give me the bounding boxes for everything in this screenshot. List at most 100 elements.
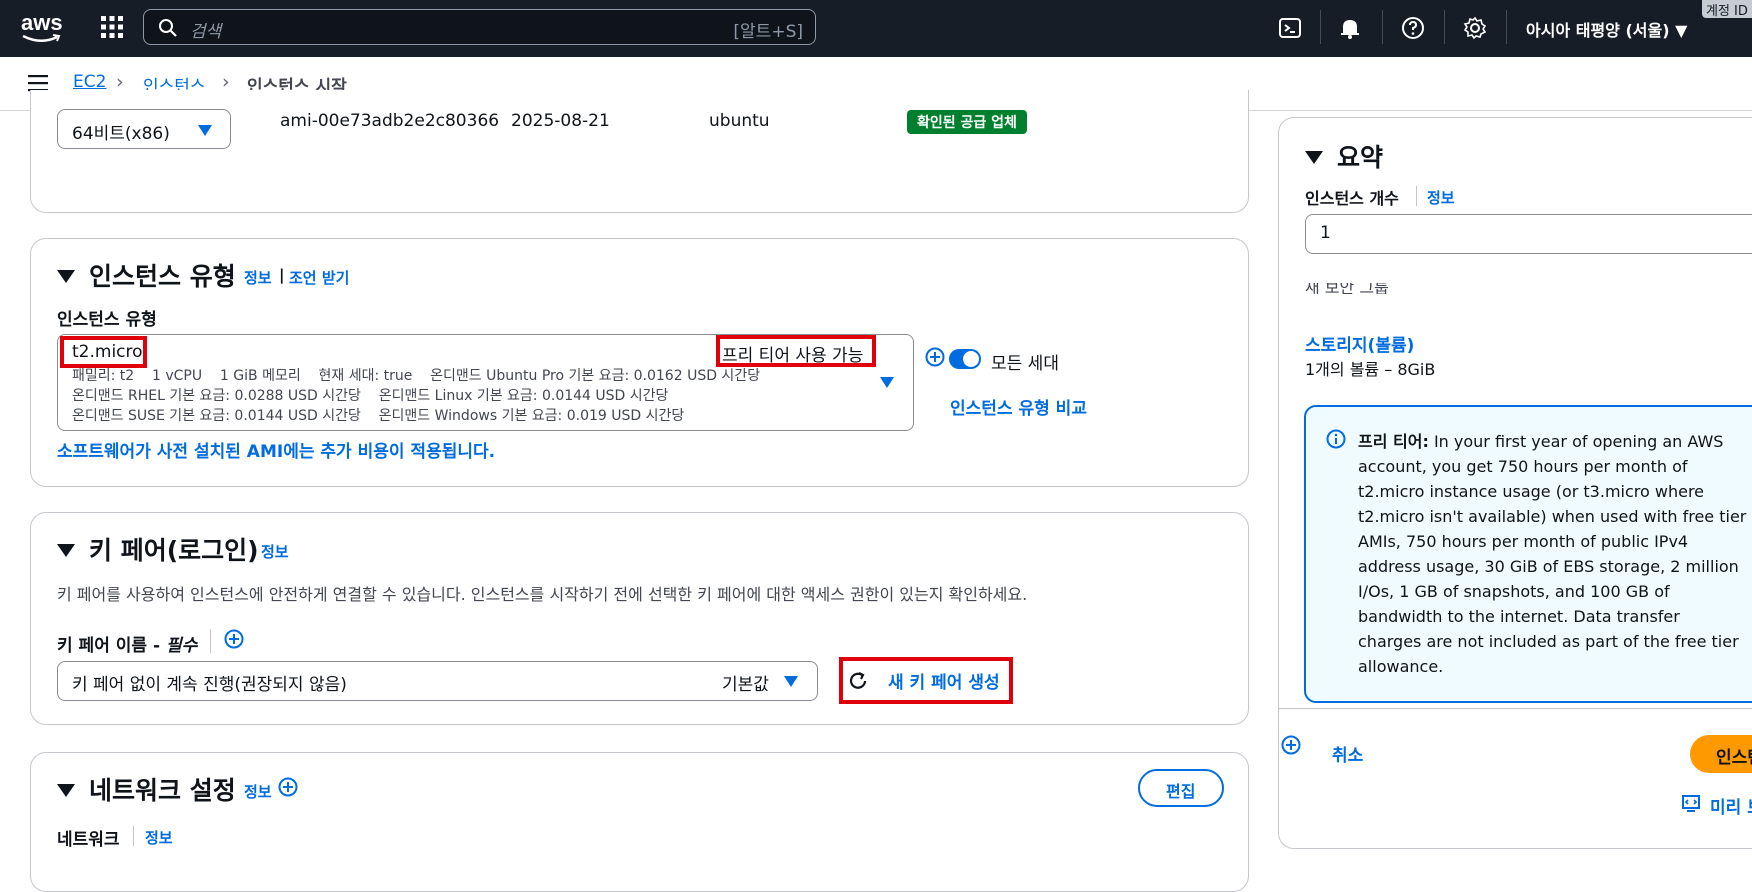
search-icon [159,19,177,37]
region-selector[interactable]: 아시아 태평양 (서울) ▼ [1526,17,1687,41]
topbar-divider [1444,10,1445,44]
key-pair-title: 키 페어(로그인) [89,536,259,565]
instance-type-field-label: 인스턴스 유형 [57,310,157,330]
toggle-knob [963,351,979,367]
instance-type-heading[interactable]: 인스턴스 유형 [57,257,236,293]
collapse-triangle-icon [57,543,75,557]
topbar-divider [1382,10,1383,44]
security-group-cut-text: 새 보안 그룹 [1305,283,1389,294]
breadcrumb-ec2[interactable]: EC2 [73,72,106,92]
storage-link[interactable]: 스토리지(볼륨) [1305,331,1414,356]
network-field-info-link[interactable]: 정보 [145,827,173,848]
aws-logo[interactable]: aws [19,10,65,44]
label-divider [1416,186,1417,206]
key-pair-select[interactable]: 키 페어 없이 계속 진행(권장되지 않음) 기본값 [57,661,818,701]
add-circle-icon[interactable] [278,777,298,797]
top-navigation-bar: aws 검색 [알트+S] 아시아 태평양 (서울) ▼ 계정 ID [0,0,1752,57]
cloudshell-icon[interactable] [1278,16,1302,40]
cut-off-row: 새 보안 그룹 [1305,283,1505,294]
summary-heading[interactable]: 요약 [1305,138,1383,174]
edit-button-label: 편집 [1166,782,1196,801]
dropdown-arrow-icon [784,676,798,687]
account-id-badge[interactable]: 계정 ID [1702,0,1752,19]
instance-count-label: 인스턴스 개수 [1305,189,1399,208]
instance-type-detail-line2: 온디맨드 RHEL 기본 요금: 0.0288 USD 시간당 온디맨드 Lin… [72,388,669,404]
free-tier-line: charges are not included as part of the … [1358,632,1739,651]
help-icon[interactable] [1401,16,1425,40]
key-pair-value: 키 페어 없이 계속 진행(권장되지 않음) [72,675,347,695]
add-circle-icon[interactable] [925,347,945,367]
dropdown-arrow-icon [198,125,212,136]
storage-value: 1개의 볼륨 – 8GiB [1305,360,1436,379]
add-circle-icon[interactable] [1281,735,1301,755]
ami-date: 2025-08-21 [511,111,610,131]
highlight-free-tier-tag [716,335,876,367]
free-tier-text: 프리 티어: In your first year of opening an … [1358,429,1752,679]
search-input[interactable]: 검색 [알트+S] [143,9,816,45]
info-icon [1326,429,1346,449]
compare-instance-types-link[interactable]: 인스턴스 유형 비교 [950,394,1087,419]
instance-type-title: 인스턴스 유형 [89,262,236,291]
ami-extra-cost-note[interactable]: 소프트웨어가 사전 설치된 AMI에는 추가 비용이 적용됩니다. [57,437,495,462]
label-divider [210,629,211,653]
preview-code-link[interactable]: 미리 보기 코드 [1710,793,1752,818]
get-advice-link[interactable]: 조언 받기 [289,267,349,288]
architecture-select[interactable]: 64비트(x86) [57,109,231,149]
add-circle-icon[interactable] [224,629,244,649]
collapse-triangle-icon [57,783,75,797]
aws-smile-icon [22,34,61,42]
collapse-triangle-icon [1305,150,1323,164]
key-pair-description: 키 페어를 사용하여 인스턴스에 안전하게 연결할 수 있습니다. 인스턴스를 … [57,585,1028,604]
topbar-divider [1506,10,1507,44]
key-pair-name-label: 키 페어 이름 - [57,636,166,656]
network-title: 네트워크 설정 [89,776,236,805]
instance-type-info-link[interactable]: 정보 [244,267,272,288]
instance-count-info-link[interactable]: 정보 [1427,187,1455,208]
cancel-button[interactable]: 취소 [1332,741,1363,766]
network-info-link[interactable]: 정보 [244,781,272,802]
ami-user: ubuntu [709,111,770,131]
dropdown-arrow-icon [880,377,894,388]
collapse-triangle-icon [57,269,75,283]
ami-id: ami-00e73adb2e2c80366 [280,111,500,131]
launch-instance-button[interactable]: 인스턴스 시작 [1690,735,1752,773]
topbar-divider [1320,10,1321,44]
architecture-value: 64비트(x86) [72,124,170,144]
preview-code-icon[interactable] [1681,793,1701,813]
default-tag: 기본값 [722,675,769,695]
apps-grid-icon[interactable] [100,15,124,39]
instance-count-input[interactable]: 1 [1305,214,1752,254]
free-tier-line: AMIs, 750 hours per month of public IPv4 [1358,532,1689,551]
all-generations-label: 모든 세대 [991,354,1059,374]
key-pair-info-link[interactable]: 정보 [261,541,289,562]
free-tier-info-box: 프리 티어: In your first year of opening an … [1304,405,1752,703]
required-label: 필수 [165,636,198,656]
settings-gear-icon[interactable] [1463,16,1487,40]
network-heading[interactable]: 네트워크 설정 [57,771,236,807]
highlight-create-key-pair [839,657,1013,704]
free-tier-line: t2.micro isn't available) when used with… [1358,507,1747,526]
network-field-label: 네트워크 [57,830,120,850]
instance-type-detail-line3: 온디맨드 SUSE 기본 요금: 0.0144 USD 시간당 온디맨드 Win… [72,408,685,424]
free-tier-title: 프리 티어: [1358,432,1429,451]
launch-instance-label: 인스턴스 시작 [1716,748,1752,768]
network-settings-panel: 네트워크 설정 정보 편집 네트워크 정보 [30,752,1249,892]
edit-button[interactable]: 편집 [1138,769,1224,807]
verified-provider-badge: 확인된 공급 업체 [907,110,1027,134]
ami-panel: 64비트(x86) ami-00e73adb2e2c80366 2025-08-… [30,90,1249,213]
key-pair-heading[interactable]: 키 페어(로그인) [57,531,259,567]
free-tier-line: 프리 티어: In your first year of opening an … [1358,432,1724,451]
label-divider [133,826,134,846]
link-separator: | [279,266,285,284]
free-tier-line: account, you get 750 hours per month of [1358,457,1688,476]
summary-title: 요약 [1337,143,1384,172]
instance-type-detail-line1: 패밀리: t2 1 vCPU 1 GiB 메모리 현재 세대: true 온디맨… [72,368,761,384]
free-tier-line: bandwidth to the internet. Data transfer [1358,607,1680,626]
notifications-bell-icon[interactable] [1338,16,1362,40]
free-tier-line: address usage, 30 GiB of EBS storage, 2 … [1358,557,1739,576]
instance-type-panel: 인스턴스 유형 정보 | 조언 받기 인스턴스 유형 t2.micro 프리 티… [30,238,1249,487]
key-pair-field-label: 키 페어 이름 - 필수 [57,631,197,656]
search-placeholder: 검색 [190,22,222,42]
instance-count-value: 1 [1320,223,1331,243]
all-generations-toggle[interactable] [949,349,981,369]
